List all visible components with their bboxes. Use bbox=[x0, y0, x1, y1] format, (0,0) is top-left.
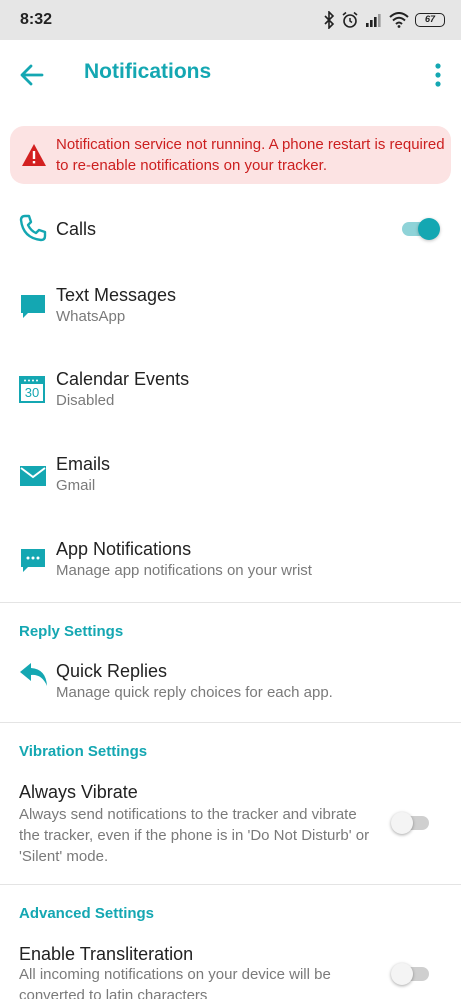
calendar-icon-date: 30 bbox=[24, 385, 40, 400]
toggle-thumb bbox=[418, 218, 440, 240]
always-vibrate-toggle[interactable] bbox=[391, 810, 431, 836]
signal-icon bbox=[366, 14, 381, 27]
emails-row[interactable]: Emails Gmail bbox=[0, 441, 461, 511]
app-bar: Notifications bbox=[0, 40, 461, 108]
battery-icon: 67 bbox=[415, 13, 445, 27]
app-notification-icon bbox=[21, 549, 45, 572]
transliteration-toggle[interactable] bbox=[391, 961, 431, 987]
message-icon bbox=[21, 295, 45, 318]
wifi-icon bbox=[389, 12, 409, 28]
bluetooth-icon bbox=[324, 11, 335, 29]
reply-icon bbox=[20, 663, 47, 686]
page-title: Notifications bbox=[84, 60, 212, 83]
app-notifications-title: App Notifications bbox=[56, 539, 192, 559]
status-time: 8:32 bbox=[20, 11, 53, 28]
emails-title: Emails bbox=[56, 454, 111, 474]
text-messages-row[interactable]: Text Messages WhatsApp bbox=[0, 272, 461, 342]
transliteration-row[interactable]: Enable Transliteration All incoming noti… bbox=[0, 932, 461, 999]
text-messages-title: Text Messages bbox=[56, 285, 177, 305]
quick-replies-subtitle: Manage quick reply choices for each app. bbox=[56, 684, 333, 701]
quick-replies-title: Quick Replies bbox=[56, 661, 168, 681]
calendar-events-title: Calendar Events bbox=[56, 369, 190, 389]
text-messages-subtitle: WhatsApp bbox=[56, 308, 126, 325]
transliteration-description: All incoming notifications on your devic… bbox=[19, 966, 331, 999]
alert-message: Notification service not running. A phon… bbox=[56, 136, 445, 174]
calls-row[interactable]: Calls bbox=[0, 200, 461, 258]
quick-replies-row[interactable]: Quick Replies Manage quick reply choices… bbox=[0, 648, 461, 712]
email-icon bbox=[20, 466, 46, 486]
status-bar: 8:32 67 bbox=[0, 0, 461, 40]
transliteration-title: Enable Transliteration bbox=[19, 944, 194, 964]
calendar-events-row[interactable]: 30 Calendar Events Disabled bbox=[0, 356, 461, 426]
reply-settings-header: Reply Settings bbox=[19, 623, 124, 640]
phone-icon bbox=[19, 214, 47, 242]
app-notifications-subtitle: Manage app notifications on your wrist bbox=[56, 562, 312, 579]
divider bbox=[0, 722, 461, 723]
alarm-icon bbox=[342, 11, 358, 28]
divider bbox=[0, 602, 461, 603]
toggle-thumb bbox=[391, 963, 413, 985]
status-icons: 67 bbox=[323, 10, 445, 30]
always-vibrate-row[interactable]: Always Vibrate Always send notifications… bbox=[0, 770, 461, 876]
calendar-icon: 30 bbox=[19, 376, 45, 403]
calendar-events-subtitle: Disabled bbox=[56, 392, 115, 409]
divider bbox=[0, 884, 461, 885]
service-alert-banner: Notification service not running. A phon… bbox=[10, 126, 451, 184]
toggle-thumb bbox=[391, 812, 413, 834]
vibration-settings-header: Vibration Settings bbox=[19, 743, 148, 760]
more-vertical-icon[interactable] bbox=[432, 62, 444, 88]
warning-icon bbox=[22, 144, 46, 166]
arrow-back-icon[interactable] bbox=[18, 61, 46, 89]
always-vibrate-description: Always send notifications to the tracker… bbox=[19, 806, 370, 865]
always-vibrate-title: Always Vibrate bbox=[19, 782, 138, 802]
calls-title: Calls bbox=[56, 219, 97, 239]
advanced-settings-header: Advanced Settings bbox=[19, 905, 155, 922]
emails-subtitle: Gmail bbox=[56, 477, 96, 494]
calls-toggle[interactable] bbox=[400, 216, 440, 242]
app-notifications-row[interactable]: App Notifications Manage app notificatio… bbox=[0, 526, 461, 596]
